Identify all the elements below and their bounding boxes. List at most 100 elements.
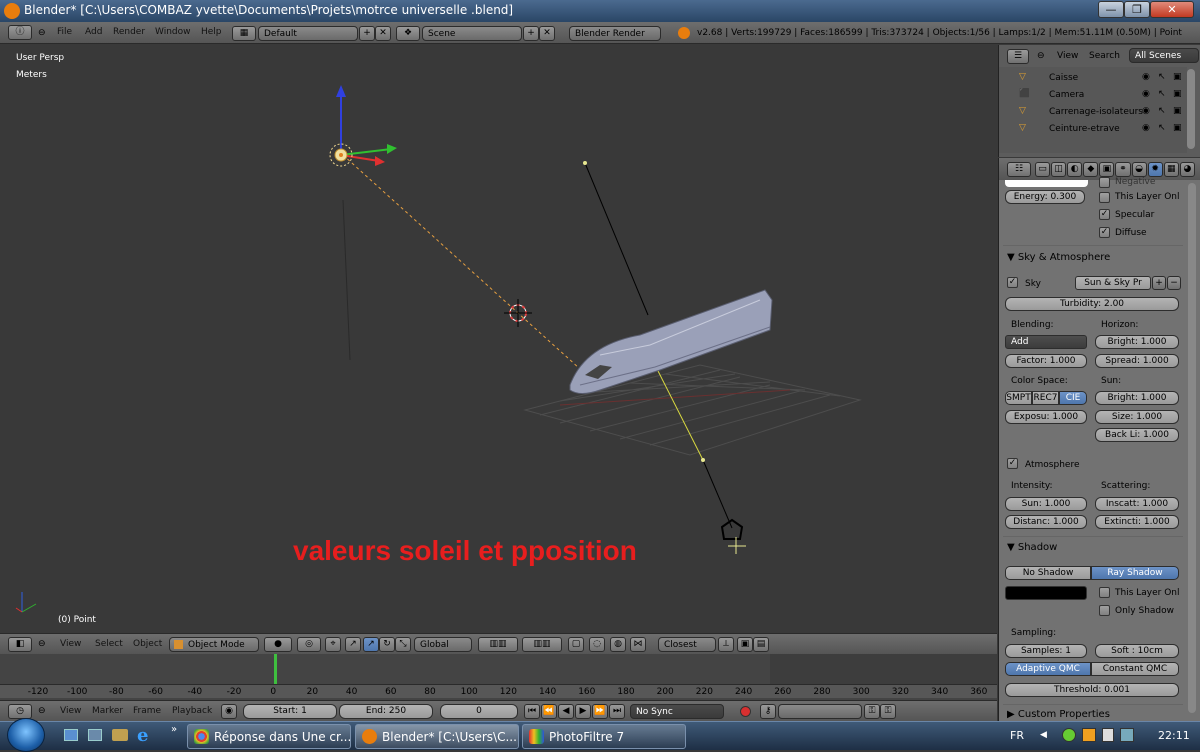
orientation-dropdown[interactable]: Global xyxy=(414,637,472,652)
add-scene-icon[interactable]: + xyxy=(523,26,539,41)
visibility-eye-icon[interactable]: ◉ xyxy=(1142,89,1150,99)
render-camera-icon[interactable]: ▣ xyxy=(1173,106,1182,116)
render-preview-icon[interactable]: ◌ xyxy=(589,637,605,652)
blend-mode-dropdown[interactable]: Add xyxy=(1005,335,1087,349)
network-icon[interactable] xyxy=(1102,728,1114,742)
collapse-menu-icon[interactable]: ⊖ xyxy=(38,28,46,38)
specular-checkbox[interactable]: ✓ xyxy=(1099,209,1110,220)
properties-editor-icon[interactable]: ☷ xyxy=(1007,162,1031,177)
visibility-eye-icon[interactable]: ◉ xyxy=(1142,106,1150,116)
render-camera-icon[interactable]: ▣ xyxy=(1173,72,1182,82)
soft-size-field[interactable]: Soft : 10cm xyxy=(1095,644,1179,658)
start-frame-field[interactable]: Start: 1 xyxy=(243,704,337,719)
back-light-field[interactable]: Back Li: 1.000 xyxy=(1095,428,1179,442)
factor-field[interactable]: Factor: 1.000 xyxy=(1005,354,1087,368)
prev-keyframe-icon[interactable]: ⏪ xyxy=(541,704,557,719)
3d-menu-select[interactable]: Select xyxy=(95,639,123,649)
translate-active-icon[interactable]: ↗ xyxy=(363,637,379,652)
color-space-rec709[interactable]: REC7 xyxy=(1032,391,1059,405)
select-arrow-icon[interactable]: ↖ xyxy=(1158,106,1166,116)
energy-field[interactable]: Energy: 0.300 xyxy=(1005,190,1085,204)
outliner-editor-icon[interactable]: ☰ xyxy=(1007,49,1029,64)
timeline-editor-icon[interactable]: ◷ xyxy=(8,704,32,719)
insert-keyframe-icon[interactable]: ⚿ xyxy=(864,704,880,719)
timeline-collapse-icon[interactable]: ⊖ xyxy=(38,706,46,716)
atmosphere-checkbox[interactable]: ✓ xyxy=(1007,458,1018,469)
menu-window[interactable]: Window xyxy=(155,27,191,37)
this-layer-checkbox[interactable] xyxy=(1099,192,1110,203)
jump-start-icon[interactable]: ⏮ xyxy=(524,704,540,719)
data-tab-icon[interactable]: ◒ xyxy=(1131,162,1147,177)
outliner-scope-dropdown[interactable]: All Scenes xyxy=(1129,48,1199,63)
timeline-editor[interactable]: -120 -100 -80 -60 -40 -20 0 20 40 60 80 100 120 140 16… xyxy=(0,654,997,700)
rotate-icon[interactable]: ↻ xyxy=(379,637,395,652)
outliner-menu-search[interactable]: Search xyxy=(1089,51,1120,61)
lamp-data-tab-icon[interactable]: ✹ xyxy=(1147,162,1163,177)
tl-menu-frame[interactable]: Frame xyxy=(133,706,161,716)
menu-file[interactable]: File xyxy=(57,27,72,37)
physics-tab-icon[interactable]: ◕ xyxy=(1179,162,1195,177)
preview-range-icon[interactable]: ◉ xyxy=(221,704,237,719)
scene-tab-icon[interactable]: ◫ xyxy=(1051,162,1067,177)
visibility-eye-icon[interactable]: ◉ xyxy=(1142,123,1150,133)
atmosphere-sun-field[interactable]: Sun: 1.000 xyxy=(1005,497,1087,511)
add-preset-icon[interactable]: + xyxy=(1152,276,1166,290)
info-editor-type-icon[interactable]: ⓘ xyxy=(8,25,32,40)
pivot-point-icon[interactable]: ◎ xyxy=(297,637,321,652)
properties-scrollbar[interactable] xyxy=(1188,183,1196,713)
constant-qmc-button[interactable]: Constant QMC xyxy=(1091,662,1179,676)
current-frame-field[interactable]: 0 xyxy=(440,704,518,719)
extinction-field[interactable]: Extincti: 1.000 xyxy=(1095,515,1179,529)
outliner-collapse-icon[interactable]: ⊖ xyxy=(1037,51,1045,61)
select-arrow-icon[interactable]: ↖ xyxy=(1158,123,1166,133)
internet-explorer-icon[interactable]: e xyxy=(137,725,148,746)
object-tab-icon[interactable]: ◆ xyxy=(1083,162,1099,177)
outliner-editor[interactable]: ☰ ⊖ View Search All Scenes ▽ Caisse ◉ ↖ … xyxy=(998,45,1200,157)
add-layout-icon[interactable]: + xyxy=(359,26,375,41)
render-engine-dropdown[interactable]: Blender Render xyxy=(569,26,661,41)
select-arrow-icon[interactable]: ↖ xyxy=(1158,72,1166,82)
tray-app-icon-2[interactable] xyxy=(1082,728,1096,742)
render-camera-icon[interactable]: ▣ xyxy=(1173,89,1182,99)
color-space-smpt[interactable]: SMPT xyxy=(1005,391,1032,405)
spread-field[interactable]: Spread: 1.000 xyxy=(1095,354,1179,368)
opengl-anim-icon[interactable]: ▤ xyxy=(753,637,769,652)
render-tab-icon[interactable]: ▭ xyxy=(1035,162,1051,177)
layers-group-2[interactable]: ▥▥ xyxy=(522,637,562,652)
properties-editor[interactable]: ☷ ▭ ◫ ◐ ◆ ▣ ⚭ ◒ ✹ ▦ ◕ Negative Energy: 0… xyxy=(998,158,1200,721)
proportional-edit-icon[interactable]: ◍ xyxy=(610,637,626,652)
outliner-row-ceinture[interactable]: ▽ Ceinture-etrave ◉ ↖ ▣ xyxy=(999,121,1187,137)
start-button[interactable] xyxy=(7,718,45,752)
scene-icon[interactable]: ❖ xyxy=(396,26,420,41)
3d-menu-view[interactable]: View xyxy=(60,639,81,649)
sky-panel-header[interactable]: ▼ Sky & Atmosphere xyxy=(1007,252,1110,263)
outliner-row-camera[interactable]: ⬛ Camera ◉ ↖ ▣ xyxy=(999,87,1187,103)
screen-layout-icon[interactable]: ▦ xyxy=(232,26,256,41)
texture-tab-icon[interactable]: ▦ xyxy=(1163,162,1179,177)
record-icon[interactable] xyxy=(740,706,751,717)
delete-scene-icon[interactable]: ✕ xyxy=(539,26,555,41)
language-indicator[interactable]: FR xyxy=(1010,729,1024,742)
task-photofiltre[interactable]: PhotoFiltre 7 xyxy=(522,724,686,749)
end-frame-field[interactable]: End: 250 xyxy=(339,704,433,719)
tl-menu-playback[interactable]: Playback xyxy=(172,706,212,716)
next-keyframe-icon[interactable]: ⏩ xyxy=(592,704,608,719)
screen-layout-field[interactable]: Default xyxy=(258,26,358,41)
delete-layout-icon[interactable]: ✕ xyxy=(375,26,391,41)
layers-group-1[interactable]: ▥▥ xyxy=(478,637,518,652)
outliner-scrollbar[interactable] xyxy=(1187,69,1195,149)
scale-icon[interactable]: ⤡ xyxy=(395,637,411,652)
snap-toggle-icon[interactable]: ⋈ xyxy=(630,637,646,652)
exposure-field[interactable]: Exposu: 1.000 xyxy=(1005,410,1087,424)
manipulator-toggle-icon[interactable]: ⌖ xyxy=(325,637,341,652)
header-collapse-icon[interactable]: ⊖ xyxy=(38,639,46,649)
menu-help[interactable]: Help xyxy=(201,27,222,37)
turbidity-field[interactable]: Turbidity: 2.00 xyxy=(1005,297,1179,311)
menu-render[interactable]: Render xyxy=(113,27,145,37)
color-space-cie[interactable]: CIE xyxy=(1059,391,1087,405)
clock[interactable]: 22:11 xyxy=(1158,729,1190,742)
opengl-render-icon[interactable]: ▣ xyxy=(737,637,753,652)
sky-preset-dropdown[interactable]: Sun & Sky Pr xyxy=(1075,276,1151,290)
snap-target-dropdown[interactable]: Closest xyxy=(658,637,716,652)
custom-properties-header[interactable]: ▶ Custom Properties xyxy=(1007,709,1110,720)
